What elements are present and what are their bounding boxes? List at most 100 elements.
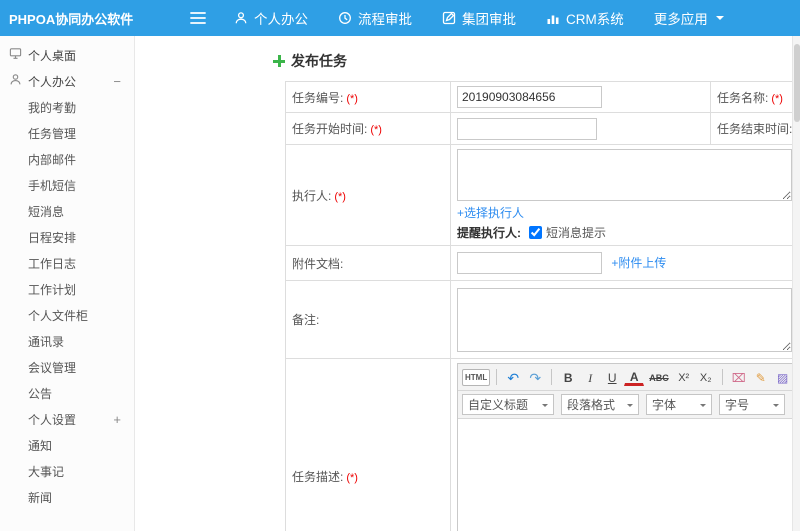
- vertical-scrollbar[interactable]: [792, 36, 800, 531]
- sidebar-item-announcement[interactable]: 公告: [0, 380, 134, 406]
- nav-process-approval[interactable]: 流程审批: [338, 8, 412, 28]
- scrollbar-thumb[interactable]: [794, 44, 800, 122]
- sms-remind-label: 短消息提示: [546, 226, 607, 240]
- sidebar-item-major-events[interactable]: 大事记: [0, 458, 134, 484]
- nav-label: CRM系统: [566, 12, 624, 27]
- editor-toolbar-row1: HTML ↶ ↷ B I U A ABC X² X₂ ⌧ ✎ ▨: [458, 364, 800, 391]
- sidebar-item-work-plan[interactable]: 工作计划: [0, 276, 134, 302]
- sidebar-item-label: 个人设置: [28, 412, 77, 427]
- remark-label-cell: 备注:: [285, 280, 451, 359]
- sidebar-item-label: 个人桌面: [28, 48, 77, 63]
- attachment-label-cell: 附件文档:: [285, 245, 451, 281]
- end-time-label: 任务结束时间:: [717, 122, 793, 136]
- editor-content-area[interactable]: [458, 419, 800, 531]
- remove-format-icon[interactable]: ⌧: [729, 367, 749, 387]
- user-icon: [9, 73, 22, 89]
- sidebar-item-personal-settings[interactable]: 个人设置 +: [0, 406, 134, 432]
- sidebar-item-label: 工作日志: [28, 256, 77, 271]
- task-number-input[interactable]: [457, 86, 602, 108]
- superscript-button[interactable]: X²: [674, 367, 694, 387]
- task-number-label: 任务编号:: [292, 90, 344, 105]
- executor-textarea[interactable]: [457, 149, 792, 201]
- sidebar-item-label: 内部邮件: [28, 152, 77, 167]
- sidebar-item-short-message[interactable]: 短消息: [0, 198, 134, 224]
- toolbar-separator: [721, 369, 723, 385]
- attachment-upload-link[interactable]: +附件上传: [611, 256, 666, 270]
- nav-more-apps[interactable]: 更多应用: [654, 8, 724, 28]
- clock-icon: [338, 11, 352, 25]
- select-label: 字体: [652, 398, 677, 412]
- hamburger-menu-icon[interactable]: [190, 11, 206, 25]
- sidebar-item-my-attendance[interactable]: 我的考勤: [0, 94, 134, 120]
- html-source-button[interactable]: HTML: [462, 368, 491, 386]
- sidebar-item-label: 个人文件柜: [28, 308, 89, 323]
- paragraph-format-select[interactable]: 段落格式: [561, 394, 639, 415]
- font-color-button[interactable]: A: [624, 369, 645, 386]
- choose-executor-link[interactable]: +选择执行人: [457, 206, 524, 220]
- sidebar-item-label: 任务管理: [28, 126, 77, 141]
- nav-personal-office[interactable]: 个人办公: [234, 8, 308, 28]
- description-label-cell: 任务描述: (*): [285, 358, 451, 531]
- font-select[interactable]: 字体: [646, 394, 712, 415]
- sidebar-item-task-management[interactable]: 任务管理: [0, 120, 134, 146]
- start-time-label-cell: 任务开始时间: (*): [285, 112, 451, 145]
- caret-down-icon: [700, 403, 706, 410]
- task-name-label-cell: 任务名称: (*): [710, 81, 800, 113]
- sidebar-item-label: 短消息: [28, 204, 65, 219]
- required-mark: (*): [771, 92, 783, 105]
- end-time-label-cell: 任务结束时间:(*): [710, 112, 800, 145]
- attachment-input[interactable]: [457, 252, 602, 274]
- font-size-select[interactable]: 字号: [719, 394, 785, 415]
- remark-textarea[interactable]: [457, 287, 792, 352]
- required-mark: (*): [346, 472, 358, 484]
- sidebar-item-mobile-sms[interactable]: 手机短信: [0, 172, 134, 198]
- nav-crm-system[interactable]: CRM系统: [546, 8, 624, 28]
- sidebar-item-label: 通知: [28, 438, 53, 453]
- sidebar-item-internal-mail[interactable]: 内部邮件: [0, 146, 134, 172]
- nav-group-approval[interactable]: 集团审批: [442, 8, 516, 28]
- start-time-input[interactable]: [457, 117, 597, 140]
- sidebar-item-news[interactable]: 新闻: [0, 484, 134, 510]
- task-name-label: 任务名称:: [717, 90, 769, 105]
- sidebar-item-meeting-management[interactable]: 会议管理: [0, 354, 134, 380]
- add-task-icon: [273, 55, 285, 67]
- sidebar-item-label: 我的考勤: [28, 100, 77, 115]
- undo-icon[interactable]: ↶: [503, 367, 523, 387]
- sidebar-item-label: 工作计划: [28, 282, 77, 297]
- main-content: 发布任务 任务编号:(*) 任务名称:(*): [135, 36, 800, 531]
- custom-heading-select[interactable]: 自定义标题: [462, 394, 554, 415]
- app-logo[interactable]: PHPOA协同办公软件: [0, 9, 135, 28]
- sidebar-item-notification[interactable]: 通知: [0, 432, 134, 458]
- subscript-button[interactable]: X₂: [696, 367, 716, 387]
- expand-icon[interactable]: +: [113, 412, 121, 427]
- bold-button[interactable]: B: [558, 367, 578, 387]
- required-mark: (*): [370, 124, 382, 136]
- sms-remind-checkbox[interactable]: [529, 226, 542, 239]
- format-painter-icon[interactable]: ✎: [751, 367, 771, 387]
- page-title: 发布任务: [291, 53, 347, 69]
- remark-label: 备注:: [292, 313, 320, 327]
- required-mark: (*): [334, 190, 346, 203]
- sidebar-item-label: 会议管理: [28, 360, 77, 375]
- sidebar-item-label: 公告: [28, 386, 53, 401]
- sidebar-item-contacts[interactable]: 通讯录: [0, 328, 134, 354]
- sidebar-item-work-log[interactable]: 工作日志: [0, 250, 134, 276]
- sidebar-item-personal-desktop[interactable]: 个人桌面: [0, 42, 134, 68]
- toolbar-separator: [551, 369, 553, 385]
- sidebar-item-schedule[interactable]: 日程安排: [0, 224, 134, 250]
- executor-cell: +选择执行人 提醒执行人: 短消息提示: [450, 144, 800, 246]
- underline-button[interactable]: U: [602, 367, 622, 387]
- redo-icon[interactable]: ↷: [525, 367, 545, 387]
- caret-down-icon: [542, 403, 548, 410]
- select-label: 段落格式: [567, 398, 616, 412]
- sidebar-item-personal-file-cabinet[interactable]: 个人文件柜: [0, 302, 134, 328]
- attachment-cell: +附件上传: [450, 245, 800, 281]
- sidebar-item-personal-office[interactable]: 个人办公 −: [0, 68, 134, 94]
- publish-task-form: 任务编号:(*) 任务名称:(*) 任务开始时间:(*): [285, 81, 800, 531]
- highlight-icon[interactable]: ▨: [773, 367, 793, 387]
- italic-button[interactable]: I: [580, 367, 600, 387]
- start-time-label: 任务开始时间:: [292, 122, 368, 136]
- strikethrough-button[interactable]: ABC: [646, 367, 672, 387]
- collapse-icon[interactable]: −: [113, 74, 121, 89]
- bar-chart-icon: [546, 11, 560, 25]
